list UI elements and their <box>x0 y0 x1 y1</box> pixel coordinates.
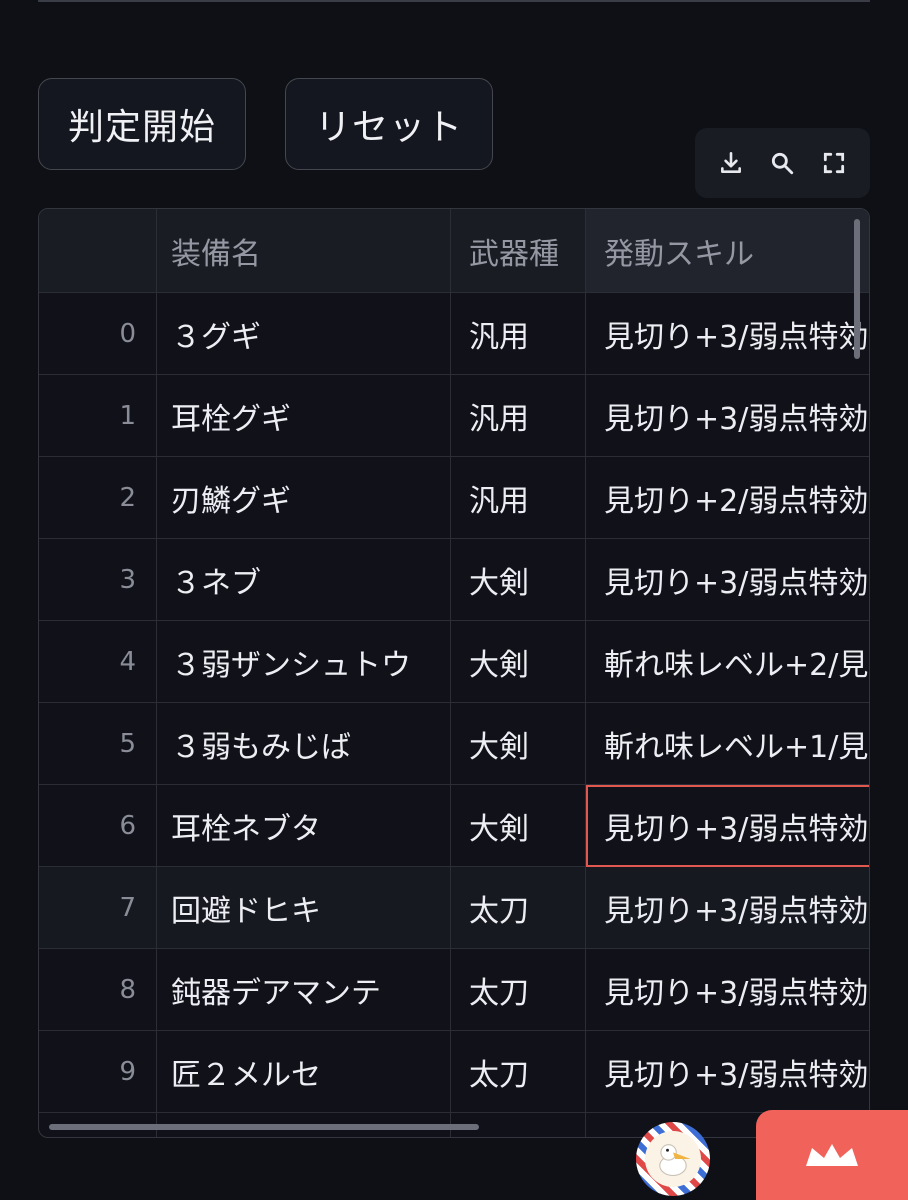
cell-equipment-name[interactable]: 鈍器デアマンテ <box>157 949 451 1031</box>
cell-weapon-type[interactable]: 汎用 <box>451 375 586 457</box>
header-active-skill[interactable]: 発動スキル <box>586 209 869 293</box>
table-toolbar <box>695 128 870 198</box>
cell-equipment-name[interactable]: 耳栓ネブタ <box>157 785 451 867</box>
cell-weapon-type[interactable]: 太刀 <box>451 867 586 949</box>
table-row[interactable]: 7 回避ドヒキ 太刀 見切り+3/弱点特効 <box>39 867 869 949</box>
row-index: 1 <box>39 375 157 457</box>
table-row[interactable]: 9 匠２メルセ 太刀 見切り+3/弱点特効 <box>39 1031 869 1113</box>
table-row[interactable]: 1 耳栓グギ 汎用 見切り+3/弱点特効 <box>39 375 869 457</box>
cell-equipment-name[interactable]: ３ネブ <box>157 539 451 621</box>
table-row[interactable]: 0 ３グギ 汎用 見切り+3/弱点特効 <box>39 293 869 375</box>
table-row[interactable]: 8 鈍器デアマンテ 太刀 見切り+3/弱点特効 <box>39 949 869 1031</box>
horizontal-scrollbar[interactable] <box>49 1124 479 1130</box>
cell-active-skill-selected[interactable]: 見切り+3/弱点特効 <box>586 785 869 867</box>
row-index: 0 <box>39 293 157 375</box>
cell-active-skill[interactable]: 見切り+3/弱点特効 <box>586 1031 869 1113</box>
cell-weapon-type[interactable]: 大剣 <box>451 539 586 621</box>
table-row[interactable]: 5 ３弱もみじば 大剣 斬れ味レベル+1/見 <box>39 703 869 785</box>
header-index <box>39 209 157 293</box>
download-icon[interactable] <box>711 143 751 183</box>
row-index: 9 <box>39 1031 157 1113</box>
cell-equipment-name[interactable]: 耳栓グギ <box>157 375 451 457</box>
row-index: 7 <box>39 867 157 949</box>
row-index: 6 <box>39 785 157 867</box>
cell-active-skill[interactable]: 見切り+3/弱点特効 <box>586 375 869 457</box>
avatar[interactable] <box>636 1122 710 1196</box>
row-index: 4 <box>39 621 157 703</box>
table-header-row: 装備名 武器種 発動スキル <box>39 209 869 293</box>
table-row[interactable]: 6 耳栓ネブタ 大剣 見切り+3/弱点特効 <box>39 785 869 867</box>
cell-weapon-type[interactable]: 大剣 <box>451 621 586 703</box>
header-equipment-name[interactable]: 装備名 <box>157 209 451 293</box>
equipment-table[interactable]: 装備名 武器種 発動スキル 0 ３グギ 汎用 見切り+3/弱点特効 1 耳栓グギ… <box>38 208 870 1138</box>
cell-active-skill[interactable]: 斬れ味レベル+1/見 <box>586 703 869 785</box>
cell-equipment-name[interactable]: 回避ドヒキ <box>157 867 451 949</box>
cell-equipment-name[interactable]: ３弱もみじば <box>157 703 451 785</box>
crown-icon <box>806 1144 858 1166</box>
vertical-scrollbar[interactable] <box>854 219 860 359</box>
reset-button[interactable]: リセット <box>285 78 493 170</box>
cell-weapon-type[interactable]: 大剣 <box>451 703 586 785</box>
cell-weapon-type[interactable]: 太刀 <box>451 1031 586 1113</box>
row-index: 8 <box>39 949 157 1031</box>
start-judgement-button[interactable]: 判定開始 <box>38 78 246 170</box>
cell-active-skill[interactable]: 見切り+3/弱点特効 <box>586 949 869 1031</box>
cell-weapon-type[interactable]: 汎用 <box>451 457 586 539</box>
cell-equipment-name[interactable]: ３グギ <box>157 293 451 375</box>
table-row[interactable]: 3 ３ネブ 大剣 見切り+3/弱点特効 <box>39 539 869 621</box>
row-index: 2 <box>39 457 157 539</box>
row-index: 3 <box>39 539 157 621</box>
row-index: 5 <box>39 703 157 785</box>
table-row[interactable]: 4 ３弱ザンシュトウ 大剣 斬れ味レベル+2/見 <box>39 621 869 703</box>
cell-active-skill[interactable]: 見切り+3/弱点特効 <box>586 867 869 949</box>
cell-weapon-type[interactable]: 大剣 <box>451 785 586 867</box>
top-divider <box>38 0 870 2</box>
cell-active-skill[interactable]: 見切り+2/弱点特効 <box>586 457 869 539</box>
pelican-icon <box>645 1131 701 1187</box>
cell-equipment-name[interactable]: 匠２メルセ <box>157 1031 451 1113</box>
header-weapon-type[interactable]: 武器種 <box>451 209 586 293</box>
cell-active-skill[interactable]: 見切り+3/弱点特効 <box>586 293 869 375</box>
table-row[interactable]: 2 刃鱗グギ 汎用 見切り+2/弱点特効 <box>39 457 869 539</box>
cell-active-skill[interactable]: 見切り+3/弱点特効 <box>586 539 869 621</box>
fullscreen-icon[interactable] <box>814 143 854 183</box>
cell-weapon-type[interactable]: 太刀 <box>451 949 586 1031</box>
cell-equipment-name[interactable]: 刃鱗グギ <box>157 457 451 539</box>
crown-badge-button[interactable] <box>756 1110 908 1200</box>
cell-equipment-name[interactable]: ３弱ザンシュトウ <box>157 621 451 703</box>
search-icon[interactable] <box>762 143 802 183</box>
cell-active-skill[interactable]: 斬れ味レベル+2/見 <box>586 621 869 703</box>
cell-weapon-type[interactable]: 汎用 <box>451 293 586 375</box>
